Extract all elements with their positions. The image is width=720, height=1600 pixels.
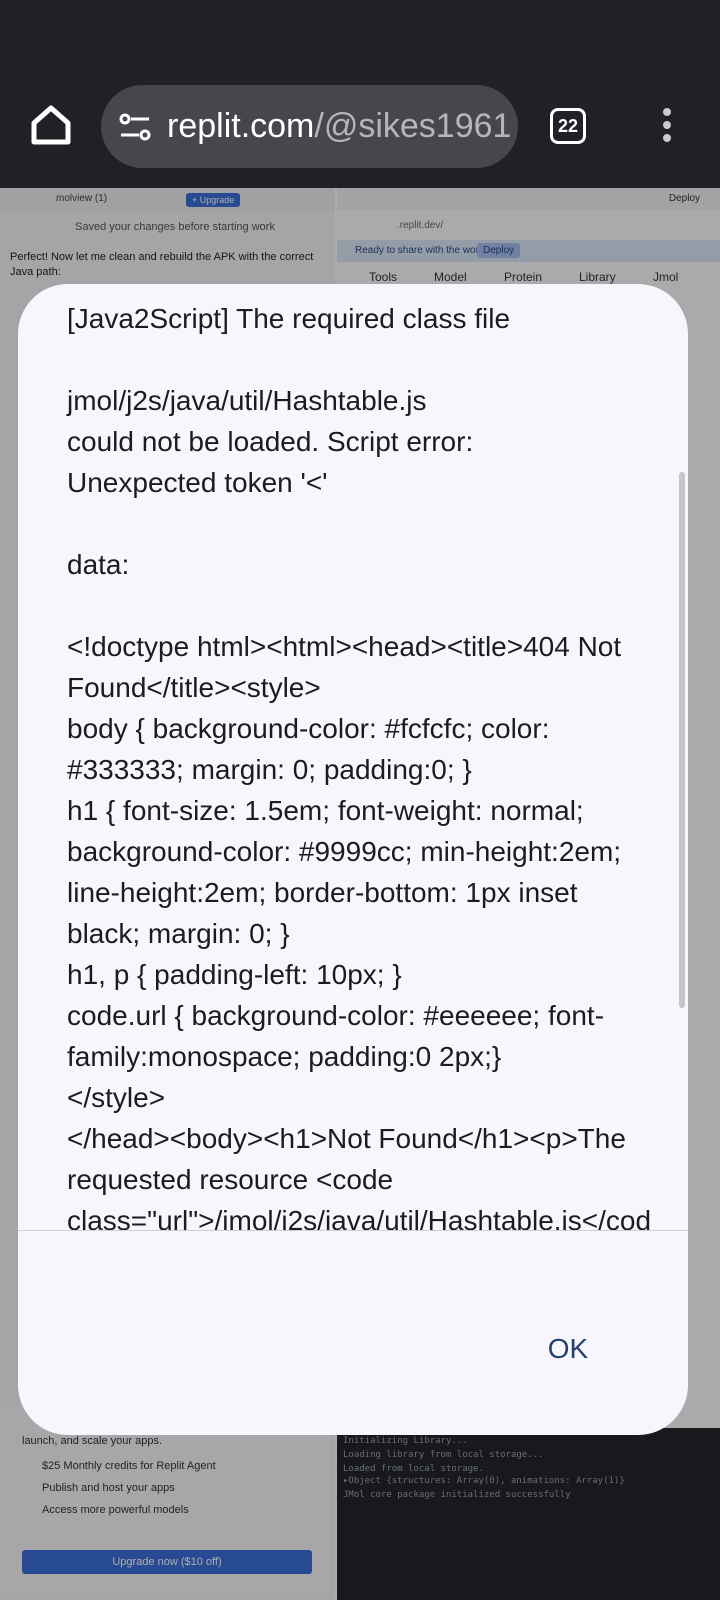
url-path: /@sikes1961 — [314, 107, 512, 145]
ok-button[interactable]: OK — [523, 1314, 613, 1384]
address-bar[interactable]: replit.com/@sikes1961 — [101, 85, 518, 168]
alert-dialog: [Java2Script] The required class file jm… — [18, 284, 688, 1435]
dialog-message: [Java2Script] The required class file jm… — [67, 303, 652, 1230]
dialog-divider — [18, 1230, 688, 1231]
home-icon[interactable] — [28, 102, 74, 148]
url-host: replit.com — [167, 107, 315, 145]
url-text: replit.com/@sikes1961 — [167, 102, 511, 150]
dialog-message-scroll[interactable]: [Java2Script] The required class file jm… — [18, 284, 688, 1230]
more-menu-icon[interactable] — [660, 108, 674, 148]
browser-toolbar: replit.com/@sikes1961 22 — [0, 0, 720, 188]
site-settings-icon[interactable] — [117, 109, 153, 145]
tab-switcher-button[interactable]: 22 — [550, 108, 586, 144]
dialog-scrollbar[interactable] — [679, 472, 685, 1008]
